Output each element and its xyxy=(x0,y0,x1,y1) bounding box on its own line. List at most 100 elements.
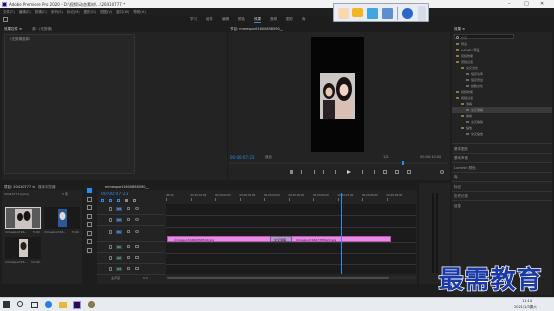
effects-search[interactable]: 搜索 xyxy=(454,34,514,40)
panel-section-header[interactable]: 标记 xyxy=(452,181,552,191)
clock-date[interactable]: 2021/1/3周六 xyxy=(514,305,537,310)
timeline-ruler[interactable]: 00:00 00:00:01:00 00:00:02:00 00:00:03:00 00… xyxy=(166,193,416,203)
timeline-scrollbar[interactable] xyxy=(166,276,416,279)
in-icon[interactable] xyxy=(301,170,304,174)
collapse-icon[interactable] xyxy=(418,6,426,21)
master-volume-value[interactable]: 0.0 xyxy=(143,276,148,280)
comment-icon[interactable] xyxy=(352,8,363,17)
hand-icon[interactable] xyxy=(338,8,349,19)
add-marker-icon[interactable] xyxy=(125,199,128,202)
track-header[interactable]: V1 xyxy=(97,227,165,242)
workspace-graphics[interactable]: 图形 xyxy=(286,17,293,23)
track-select-icon[interactable] xyxy=(87,196,92,202)
track-label[interactable]: V1 xyxy=(116,229,122,234)
track-header[interactable]: V2 xyxy=(97,215,165,226)
sync-lock-icon[interactable] xyxy=(127,230,130,233)
panel-section-header[interactable]: 库 xyxy=(452,171,552,182)
lock-icon[interactable] xyxy=(109,230,112,234)
screenshot-icon[interactable] xyxy=(367,8,378,19)
step-back-icon[interactable] xyxy=(335,170,339,174)
menu-file[interactable]: 文件(F) xyxy=(3,10,15,15)
tab-project[interactable]: 项目: 20410777 ≡ xyxy=(4,185,35,190)
lift-icon[interactable] xyxy=(383,170,387,174)
export-frame-icon[interactable] xyxy=(407,170,411,174)
mute-icon[interactable] xyxy=(135,256,139,259)
sync-lock-icon[interactable] xyxy=(127,207,130,210)
mute-icon[interactable] xyxy=(135,245,139,248)
resolution-dropdown[interactable]: 1/2 xyxy=(383,155,389,159)
track-header[interactable]: A3 xyxy=(97,264,165,275)
link-icon[interactable] xyxy=(117,199,120,202)
goto-out-icon[interactable] xyxy=(371,170,375,174)
fit-dropdown[interactable]: 适合 xyxy=(265,155,272,160)
eye-icon[interactable] xyxy=(135,207,139,210)
mute-icon[interactable] xyxy=(135,267,139,270)
marker-icon[interactable] xyxy=(290,170,293,174)
selection-tool-icon[interactable] xyxy=(87,188,92,193)
program-scrubber[interactable] xyxy=(230,161,448,165)
track-label[interactable]: V3 xyxy=(116,206,122,211)
sync-lock-icon[interactable] xyxy=(127,256,130,259)
slip-icon[interactable] xyxy=(87,222,92,227)
track-label[interactable]: A3 xyxy=(116,266,122,271)
chrome-icon[interactable] xyxy=(88,301,95,308)
lock-icon[interactable] xyxy=(109,256,112,260)
video-clip[interactable]: mmexport1607785622.jpg xyxy=(289,236,391,242)
tab-source[interactable]: 源：(无剪辑) xyxy=(32,27,52,32)
lock-icon[interactable] xyxy=(109,218,112,222)
eye-icon[interactable] xyxy=(135,218,139,221)
taskview-icon[interactable] xyxy=(31,301,38,308)
menu-sequence[interactable]: 序列(S) xyxy=(51,10,63,15)
menu-clip[interactable]: 剪辑(C) xyxy=(35,10,47,15)
effects-tree-item[interactable]: 交叉缩放 xyxy=(452,131,552,137)
menu-help[interactable]: 帮助(H) xyxy=(133,10,145,15)
close-button[interactable]: ✕ xyxy=(540,1,544,7)
extract-icon[interactable] xyxy=(395,170,399,174)
track-label[interactable]: A2 xyxy=(116,255,122,260)
sync-lock-icon[interactable] xyxy=(127,245,130,248)
track-header[interactable]: A1 xyxy=(97,242,165,253)
project-item[interactable] xyxy=(5,237,41,259)
timeline-playhead[interactable] xyxy=(341,193,342,274)
menu-marker[interactable]: 标记(M) xyxy=(67,10,80,15)
workspace-libraries[interactable]: 库 xyxy=(302,17,306,23)
pen-icon[interactable] xyxy=(87,230,92,236)
timeline-timecode[interactable]: 00:00:07:23 xyxy=(101,192,128,197)
track-label[interactable]: A1 xyxy=(116,244,122,249)
sync-lock-icon[interactable] xyxy=(127,267,130,270)
razor-icon[interactable] xyxy=(87,213,92,219)
program-timecode[interactable]: 00:00:07:23 xyxy=(230,155,254,160)
menu-view[interactable]: 视图(V) xyxy=(100,10,112,15)
lock-icon[interactable] xyxy=(109,207,112,211)
playhead-marker[interactable] xyxy=(402,161,404,165)
effects-title[interactable]: 效果 ≡ xyxy=(454,27,465,32)
type-tool-icon[interactable] xyxy=(87,247,92,253)
play-icon[interactable] xyxy=(347,170,351,174)
folder-icon[interactable] xyxy=(59,301,67,308)
panel-section-header[interactable]: 历史记录 xyxy=(452,190,552,201)
workspace-assembly[interactable]: 组件 xyxy=(206,17,213,23)
maximize-button[interactable]: □ xyxy=(524,1,529,7)
goto-in-icon[interactable] xyxy=(323,170,327,174)
track-label[interactable]: V2 xyxy=(116,217,122,222)
search-icon[interactable] xyxy=(17,301,23,307)
lock-icon[interactable] xyxy=(109,267,112,271)
track-header[interactable]: A2 xyxy=(97,253,165,264)
out-icon[interactable] xyxy=(312,170,315,174)
premiere-icon[interactable] xyxy=(73,300,81,309)
eye-icon[interactable] xyxy=(135,230,139,233)
project-item[interactable] xyxy=(44,207,80,229)
ripple-edit-icon[interactable] xyxy=(87,205,92,210)
snap-icon[interactable] xyxy=(109,199,112,202)
transition-block[interactable]: 交叉溶解 xyxy=(270,236,292,242)
sync-lock-icon[interactable] xyxy=(127,218,130,221)
workspace-learn[interactable]: 学习 xyxy=(190,17,197,23)
lock-icon[interactable] xyxy=(109,245,112,249)
panel-section-header[interactable]: 基本声音 xyxy=(452,152,552,163)
workspace-audio[interactable]: 音频 xyxy=(270,17,277,23)
tab-effect-controls[interactable]: 效果控件 ≡ xyxy=(4,27,22,32)
panel-section-header[interactable]: 信息 xyxy=(452,200,552,210)
hand-tool-icon[interactable] xyxy=(87,239,92,244)
share-icon[interactable] xyxy=(382,8,393,19)
step-forward-icon[interactable] xyxy=(359,170,363,174)
